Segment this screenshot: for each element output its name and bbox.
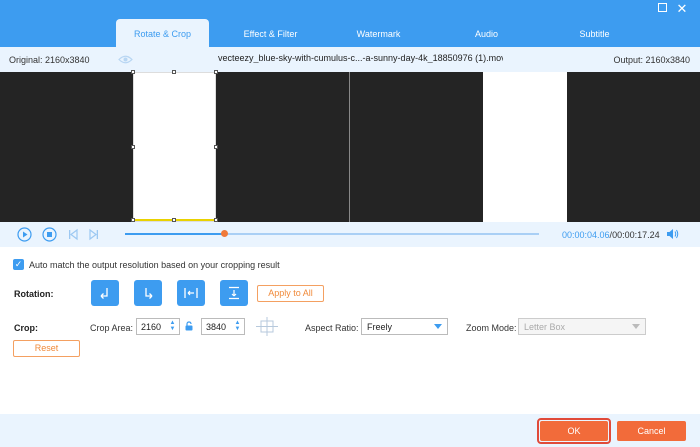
aspect-ratio-value: Freely: [367, 322, 393, 332]
footer-bar: OK Cancel: [0, 414, 700, 447]
zoom-mode-value: Letter Box: [524, 322, 566, 332]
info-bar: Original: 2160x3840 vecteezy_blue-sky-wi…: [0, 47, 700, 72]
title-bar: Rotate & Crop Effect & Filter Watermark …: [0, 0, 700, 47]
chevron-down-icon: [434, 324, 442, 329]
tab-audio[interactable]: Audio: [440, 19, 533, 47]
chevron-down-icon: [632, 324, 640, 329]
tab-watermark[interactable]: Watermark: [332, 19, 425, 47]
rotate-right-button[interactable]: [134, 280, 162, 306]
original-resolution: Original: 2160x3840: [9, 55, 90, 65]
settings-panel: ✓ Auto match the output resolution based…: [0, 247, 700, 414]
time-display: 00:00:04.06/00:00:17.24: [562, 230, 660, 240]
file-name: vecteezy_blue-sky-with-cumulus-c...-a-su…: [218, 53, 503, 63]
video-preview: [0, 70, 700, 222]
previous-frame-icon[interactable]: [66, 227, 81, 242]
tab-effect-filter[interactable]: Effect & Filter: [224, 19, 317, 47]
total-time: 00:00:17.24: [612, 230, 660, 240]
crop-handle-left[interactable]: [131, 145, 135, 149]
crop-height-input[interactable]: 3840 ▲ ▼: [201, 318, 245, 335]
crop-handle-top-right[interactable]: [214, 70, 218, 74]
volume-icon[interactable]: [666, 228, 679, 240]
flip-horizontal-icon: [184, 288, 198, 298]
next-frame-icon[interactable]: [86, 227, 101, 242]
auto-match-checkbox[interactable]: ✓: [13, 259, 24, 270]
progress-fill: [125, 233, 225, 235]
rotate-left-icon: [100, 288, 108, 299]
zoom-mode-label: Zoom Mode:: [466, 323, 517, 333]
preview-divider: [349, 72, 350, 222]
current-time: 00:00:04.06: [562, 230, 610, 240]
crop-height-value: 3840: [206, 322, 227, 332]
eye-icon[interactable]: [118, 54, 133, 65]
flip-horizontal-button[interactable]: [177, 280, 205, 306]
crop-handle-right[interactable]: [214, 145, 218, 149]
progress-thumb[interactable]: [220, 230, 228, 237]
lock-icon[interactable]: [185, 321, 193, 331]
auto-match-label: Auto match the output resolution based o…: [29, 260, 280, 270]
cancel-button[interactable]: Cancel: [617, 421, 686, 441]
play-icon[interactable]: [17, 227, 32, 242]
tab-bar: Rotate & Crop Effect & Filter Watermark …: [116, 19, 656, 47]
rotate-left-button[interactable]: [91, 280, 119, 306]
progress-slider[interactable]: [125, 233, 539, 235]
stop-icon[interactable]: [42, 227, 57, 242]
ok-button[interactable]: OK: [540, 421, 608, 441]
output-frame: [483, 72, 567, 222]
aspect-ratio-select[interactable]: Freely: [361, 318, 448, 335]
crop-handle-top[interactable]: [172, 70, 176, 74]
crop-width-value: 2160: [141, 322, 162, 332]
maximize-icon[interactable]: [655, 3, 669, 15]
crop-label: Crop:: [14, 323, 38, 333]
reset-button[interactable]: Reset: [13, 340, 80, 357]
crop-box[interactable]: [133, 72, 216, 222]
rotate-right-icon: [145, 288, 153, 299]
rotation-label: Rotation:: [14, 289, 54, 299]
output-resolution: Output: 2160x3840: [613, 55, 690, 65]
zoom-mode-select[interactable]: Letter Box: [518, 318, 646, 335]
tab-rotate-crop[interactable]: Rotate & Crop: [116, 19, 209, 47]
crop-width-input[interactable]: 2160 ▲ ▼: [136, 318, 180, 335]
flip-vertical-icon: [229, 286, 239, 300]
crop-area-label: Crop Area:: [90, 323, 134, 333]
aspect-ratio-label: Aspect Ratio:: [305, 323, 359, 333]
center-crop-icon[interactable]: [256, 317, 278, 336]
crop-height-stepper[interactable]: ▲ ▼: [234, 320, 241, 333]
flip-vertical-button[interactable]: [220, 280, 248, 306]
crop-width-stepper[interactable]: ▲ ▼: [169, 320, 176, 333]
apply-to-all-button[interactable]: Apply to All: [257, 285, 324, 302]
crop-handle-top-left[interactable]: [131, 70, 135, 74]
player-controls: 00:00:04.06/00:00:17.24: [0, 222, 700, 247]
close-icon[interactable]: ✕: [675, 2, 689, 15]
tab-subtitle[interactable]: Subtitle: [548, 19, 641, 47]
